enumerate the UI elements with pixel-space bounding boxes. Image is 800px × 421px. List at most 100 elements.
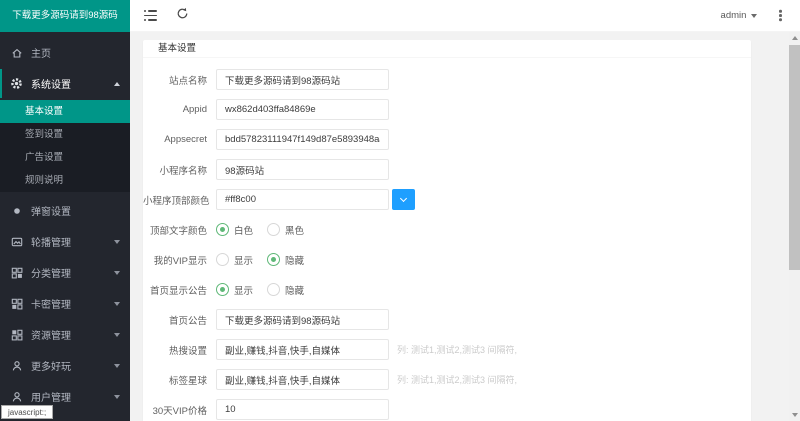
chevron-down-icon — [751, 14, 757, 18]
system-settings-submenu: 基本设置 签到设置 广告设置 规则说明 — [0, 100, 130, 192]
field-hint: 列: 测试1,测试2,测试3 间隔符, — [397, 343, 517, 356]
triangle-down-icon — [792, 413, 798, 417]
form-row: 首页显示公告 显示 隐藏 — [143, 279, 751, 300]
scroll-down-button[interactable] — [789, 409, 800, 421]
field-label: 我的VIP显示 — [143, 253, 216, 267]
sidebar-item-label: 用户管理 — [31, 389, 71, 404]
more-options-icon[interactable] — [779, 14, 782, 17]
sidebar-subitem-basic-settings[interactable]: 基本设置 — [0, 100, 130, 123]
field-label: 小程序顶部颜色 — [143, 193, 216, 207]
radio-icon — [267, 223, 280, 236]
field-label: Appid — [143, 104, 216, 115]
username: admin — [721, 10, 747, 21]
chevron-down-icon — [114, 364, 120, 368]
sidebar-item-label: 资源管理 — [31, 327, 71, 342]
radio-option-black[interactable]: 黑色 — [267, 223, 304, 237]
field-label: 站点名称 — [143, 73, 216, 87]
refresh-icon[interactable] — [176, 7, 189, 25]
form-row: 站点名称 — [143, 69, 751, 90]
field-label: Appsecret — [143, 134, 216, 145]
sidebar-nav: 主页 系统设置 基本设置 签到设置 广告设置 规则说明 — [0, 32, 130, 411]
toggle-sidebar-icon[interactable] — [144, 10, 157, 21]
settings-form: 站点名称 Appid Appsecret 小程序名称 — [143, 58, 751, 420]
chevron-down-icon — [114, 395, 120, 399]
sidebar-item-label: 主页 — [31, 45, 51, 60]
category-icon — [10, 266, 23, 279]
site-name-input[interactable] — [216, 69, 389, 90]
sidebar-item-label: 卡密管理 — [31, 296, 71, 311]
sidebar-item-system-settings[interactable]: 系统设置 — [0, 69, 130, 98]
radio-option-hide[interactable]: 隐藏 — [267, 253, 304, 267]
topbar-right: admin — [721, 10, 786, 21]
chevron-down-icon — [114, 271, 120, 275]
radio-option-white[interactable]: 白色 — [216, 223, 253, 237]
page-content: 基本设置 站点名称 Appid Appsecret — [130, 32, 789, 421]
radio-icon — [216, 283, 229, 296]
color-picker-button[interactable] — [392, 189, 415, 210]
main-area: admin 基本设置 站点名称 Appid — [130, 0, 800, 421]
sidebar-subitem-ad-settings[interactable]: 广告设置 — [0, 146, 130, 169]
vip-price-input[interactable] — [216, 399, 389, 420]
radio-option-show[interactable]: 显示 — [216, 283, 253, 297]
gear-icon — [10, 77, 23, 90]
admin-app: 下载更多源码请到98源码 主页 系统设置 基本设置 — [0, 0, 800, 421]
scrollbar-thumb[interactable] — [789, 45, 800, 270]
sidebar-item-more-fun[interactable]: 更多好玩 — [0, 351, 130, 380]
resource-icon — [10, 328, 23, 341]
sidebar-logo: 下载更多源码请到98源码 — [0, 0, 130, 32]
radio-option-show[interactable]: 显示 — [216, 253, 253, 267]
chevron-down-icon — [114, 302, 120, 306]
form-row: 30天VIP价格 — [143, 399, 751, 420]
scroll-up-button[interactable] — [789, 32, 800, 44]
radio-icon — [267, 253, 280, 266]
hot-search-input[interactable] — [216, 339, 389, 360]
form-row: 顶部文字颜色 白色 黑色 — [143, 219, 751, 240]
home-icon — [10, 46, 23, 59]
home-notice-input[interactable] — [216, 309, 389, 330]
sidebar-subitem-rules[interactable]: 规则说明 — [0, 169, 130, 192]
form-row: 首页公告 — [143, 309, 751, 330]
form-row: Appsecret — [143, 129, 751, 150]
users-icon — [10, 390, 23, 403]
sidebar-item-label: 分类管理 — [31, 265, 71, 280]
browser-status-tooltip: javascript:; — [1, 405, 53, 419]
sidebar-item-label: 轮播管理 — [31, 234, 71, 249]
triangle-up-icon — [792, 36, 798, 40]
radio-icon — [267, 283, 280, 296]
field-label: 顶部文字颜色 — [143, 223, 216, 237]
chevron-up-icon — [114, 82, 120, 86]
dot-icon — [10, 204, 23, 217]
field-label: 热搜设置 — [143, 343, 216, 357]
user-menu[interactable]: admin — [721, 10, 758, 21]
tag-planet-input[interactable] — [216, 369, 389, 390]
sidebar-item-popup-settings[interactable]: 弹窗设置 — [0, 196, 130, 225]
miniprogram-name-input[interactable] — [216, 159, 389, 180]
field-label: 30天VIP价格 — [143, 403, 216, 417]
topbar-left — [144, 7, 189, 25]
sidebar-item-category[interactable]: 分类管理 — [0, 258, 130, 287]
vertical-scrollbar[interactable] — [789, 32, 800, 421]
form-row: 我的VIP显示 显示 隐藏 — [143, 249, 751, 270]
top-color-input[interactable] — [216, 189, 389, 210]
field-label: 首页公告 — [143, 313, 216, 327]
form-row: 小程序名称 — [143, 159, 751, 180]
radio-option-hide[interactable]: 隐藏 — [267, 283, 304, 297]
sidebar-item-label: 系统设置 — [31, 76, 71, 91]
sidebar-subitem-checkin-settings[interactable]: 签到设置 — [0, 123, 130, 146]
topbar: admin — [130, 0, 800, 32]
appid-input[interactable] — [216, 99, 389, 120]
sidebar-item-label: 更多好玩 — [31, 358, 71, 373]
field-label: 标签星球 — [143, 373, 216, 387]
chevron-down-icon — [400, 195, 407, 202]
card-title: 基本设置 — [143, 40, 751, 58]
fun-icon — [10, 359, 23, 372]
sidebar: 下载更多源码请到98源码 主页 系统设置 基本设置 — [0, 0, 130, 421]
field-hint: 列: 测试1,测试2,测试3 间隔符, — [397, 373, 517, 386]
chevron-down-icon — [114, 333, 120, 337]
sidebar-item-resource[interactable]: 资源管理 — [0, 320, 130, 349]
form-row: 热搜设置 列: 测试1,测试2,测试3 间隔符, — [143, 339, 751, 360]
appsecret-input[interactable] — [216, 129, 389, 150]
sidebar-item-card-key[interactable]: 卡密管理 — [0, 289, 130, 318]
sidebar-item-home[interactable]: 主页 — [0, 38, 130, 67]
sidebar-item-carousel[interactable]: 轮播管理 — [0, 227, 130, 256]
